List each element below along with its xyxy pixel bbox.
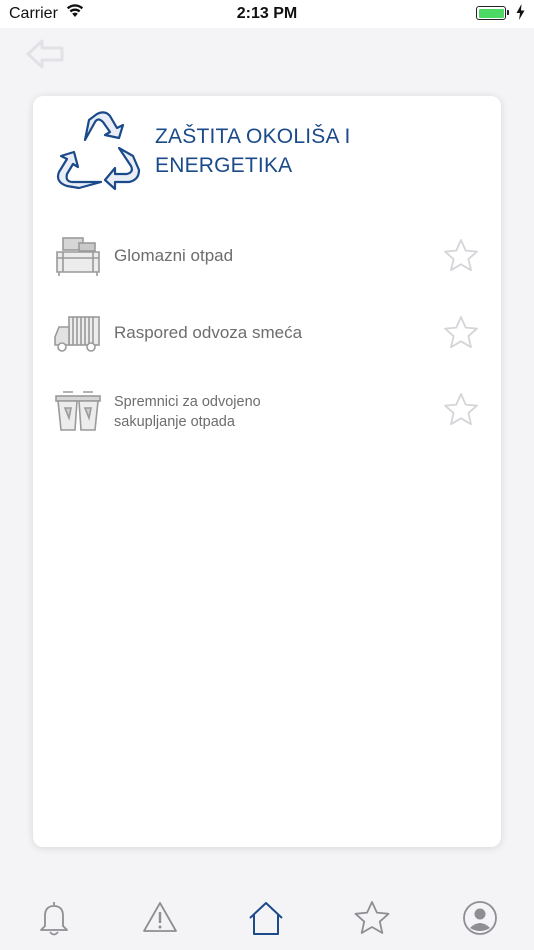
recycle-icon	[56, 111, 141, 190]
list-item-glomazni-otpad[interactable]: Glomazni otpad	[33, 226, 501, 286]
category-card: ZAŠTITA OKOLIŠA I ENERGETIKA Glomazni ot…	[33, 96, 501, 847]
star-outline-icon[interactable]	[442, 237, 480, 275]
item-label: Glomazni otpad	[114, 246, 234, 265]
home-icon	[249, 902, 283, 935]
card-title: ZAŠTITA OKOLIŠA I ENERGETIKA	[155, 125, 351, 177]
tab-alerts[interactable]	[140, 898, 180, 938]
tab-home[interactable]	[246, 898, 286, 938]
back-button[interactable]	[24, 36, 68, 72]
tab-favorites[interactable]	[352, 898, 392, 938]
arrow-left-icon	[26, 39, 64, 69]
star-outline-icon[interactable]	[442, 391, 480, 429]
status-bar: Carrier 2:13 PM	[0, 0, 534, 28]
list-item-raspored-odvoza[interactable]: Raspored odvoza smeća	[33, 303, 501, 363]
item-label: Raspored odvoza smeća	[114, 323, 303, 342]
star-outline-icon[interactable]	[442, 314, 480, 352]
bell-icon	[40, 902, 68, 936]
charging-bolt-icon	[516, 4, 525, 20]
waste-bins-icon	[55, 391, 101, 431]
garbage-truck-icon	[54, 316, 100, 352]
status-time: 2:13 PM	[236, 5, 298, 22]
sofa-icon	[56, 237, 100, 276]
list-item-spremnici[interactable]: Spremnici za odvojeno sakupljanje otpada	[33, 380, 501, 440]
tab-notifications[interactable]	[34, 898, 74, 938]
warning-icon	[143, 902, 177, 932]
user-icon	[463, 901, 497, 935]
battery-icon	[476, 6, 509, 20]
star-icon	[354, 901, 390, 934]
tab-profile[interactable]	[460, 898, 500, 938]
item-label: Spremnici za odvojeno sakupljanje otpada	[114, 394, 261, 430]
tab-bar	[0, 878, 534, 950]
